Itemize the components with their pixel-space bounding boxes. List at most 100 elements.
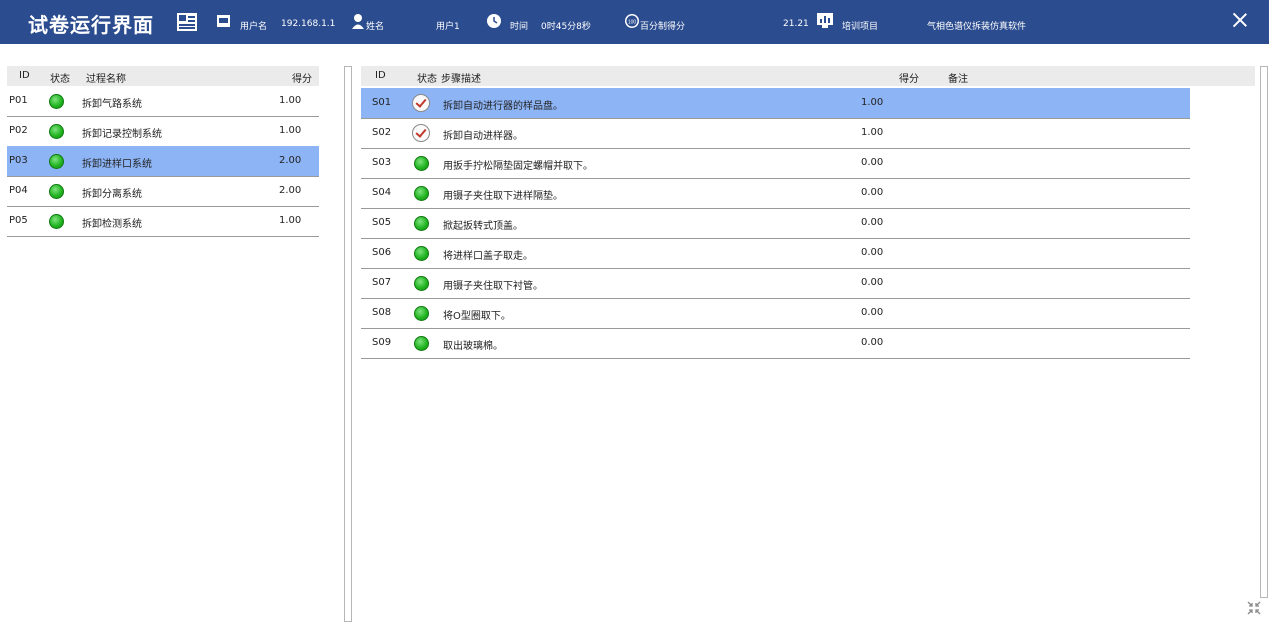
project-value: 气相色谱仪拆装仿真软件: [927, 22, 1027, 32]
step-description: 用镊子夹住取下衬管。: [443, 281, 543, 292]
status-green-icon: [49, 94, 64, 109]
process-name: 拆卸分离系统: [82, 189, 142, 200]
step-score: 0.00: [861, 277, 884, 288]
score-label: 百分制得分: [640, 22, 686, 32]
step-id: S04: [372, 187, 392, 198]
username-value: 192.168.1.1: [281, 19, 336, 29]
table-row[interactable]: P05 拆卸检测系统 1.00: [7, 206, 319, 237]
step-score: 0.00: [861, 217, 884, 228]
step-id: S02: [372, 127, 392, 138]
step-description: 用镊子夹住取下进样隔垫。: [443, 191, 563, 202]
table-row[interactable]: P01 拆卸气路系统 1.00: [7, 86, 319, 117]
project-label: 培训项目: [842, 22, 879, 32]
name-value: 用户1: [436, 22, 460, 32]
table-row[interactable]: S08 将O型圈取下。 0.00: [361, 298, 1190, 329]
process-score: 1.00: [279, 95, 302, 106]
col-note: 备注: [948, 74, 968, 85]
step-id: S05: [372, 217, 392, 228]
status-green-icon: [414, 186, 429, 201]
table-row[interactable]: S03 用扳手拧松隔垫固定螺帽并取下。 0.00: [361, 148, 1190, 179]
process-id: P01: [9, 95, 28, 106]
col-score: 得分: [899, 74, 919, 85]
step-description: 用扳手拧松隔垫固定螺帽并取下。: [443, 161, 593, 172]
step-id: S08: [372, 307, 392, 318]
process-id: P03: [9, 155, 28, 166]
status-green-icon: [414, 276, 429, 291]
col-id: ID: [375, 70, 386, 81]
status-green-icon: [414, 216, 429, 231]
col-status: 状态: [50, 74, 70, 85]
process-score: 1.00: [279, 215, 302, 226]
process-score: 2.00: [279, 185, 302, 196]
check-icon: [412, 124, 430, 142]
table-row[interactable]: P03 拆卸进样口系统 2.00: [7, 146, 319, 177]
time-label: 时间: [510, 22, 529, 32]
step-id: S07: [372, 277, 392, 288]
process-id: P02: [9, 125, 28, 136]
step-table-header: ID 状态 步骤描述 得分 备注: [361, 66, 1255, 86]
score-value: 21.21: [783, 19, 809, 29]
step-score: 0.00: [861, 157, 884, 168]
status-green-icon: [414, 246, 429, 261]
col-step-description: 步骤描述: [441, 74, 481, 85]
table-row[interactable]: S05 掀起扳转式顶盖。 0.00: [361, 208, 1190, 239]
step-score: 1.00: [861, 97, 884, 108]
col-score: 得分: [292, 74, 312, 85]
close-icon[interactable]: [1231, 11, 1249, 29]
table-row[interactable]: S06 将进样口盖子取走。 0.00: [361, 238, 1190, 269]
process-name: 拆卸记录控制系统: [82, 129, 162, 140]
step-score: 0.00: [861, 247, 884, 258]
status-green-icon: [414, 156, 429, 171]
process-score: 2.00: [279, 155, 302, 166]
process-name: 拆卸气路系统: [82, 99, 142, 110]
time-value: 0时45分8秒: [541, 22, 591, 32]
page-title: 试卷运行界面: [28, 13, 154, 37]
clock-icon: [487, 14, 501, 28]
table-row[interactable]: S01 拆卸自动进行器的样品盘。 1.00: [361, 88, 1190, 119]
left-scrollbar[interactable]: [344, 66, 352, 622]
document-stats-icon: [177, 13, 197, 31]
step-description: 拆卸自动进行器的样品盘。: [443, 101, 563, 112]
collapse-icon[interactable]: [1246, 600, 1262, 616]
right-scrollbar[interactable]: [1260, 66, 1268, 598]
step-id: S03: [372, 157, 392, 168]
col-process-name: 过程名称: [86, 74, 126, 85]
table-row[interactable]: S09 取出玻璃棉。 0.00: [361, 328, 1190, 359]
table-row[interactable]: P04 拆卸分离系统 2.00: [7, 176, 319, 207]
chart-icon: [817, 13, 833, 28]
col-id: ID: [19, 70, 30, 81]
status-green-icon: [49, 154, 64, 169]
check-icon: [412, 94, 430, 112]
step-description: 将进样口盖子取走。: [443, 251, 533, 262]
step-description: 将O型圈取下。: [443, 311, 511, 322]
table-row[interactable]: P02 拆卸记录控制系统 1.00: [7, 116, 319, 147]
process-name: 拆卸进样口系统: [82, 159, 152, 170]
score-badge-text: 100: [628, 20, 637, 26]
step-id: S01: [372, 97, 392, 108]
table-row[interactable]: S07 用镊子夹住取下衬管。 0.00: [361, 268, 1190, 299]
process-id: P04: [9, 185, 28, 196]
step-score: 0.00: [861, 337, 884, 348]
table-row[interactable]: S04 用镊子夹住取下进样隔垫。 0.00: [361, 178, 1190, 209]
process-table-header: ID 状态 过程名称 得分: [7, 66, 319, 86]
step-description: 拆卸自动进样器。: [443, 131, 523, 142]
status-green-icon: [49, 214, 64, 229]
step-score: 0.00: [861, 187, 884, 198]
process-id: P05: [9, 215, 28, 226]
score-badge-icon: 100: [625, 14, 639, 28]
process-name: 拆卸检测系统: [82, 219, 142, 230]
name-label: 姓名: [366, 22, 385, 32]
table-row[interactable]: S02 拆卸自动进样器。 1.00: [361, 118, 1190, 149]
process-score: 1.00: [279, 125, 302, 136]
step-id: S09: [372, 337, 392, 348]
col-status: 状态: [417, 74, 437, 85]
top-bar: 试卷运行界面 用户名 192.168.1.1 姓名 用户1 时间 0时45分8秒…: [0, 0, 1269, 44]
step-score: 1.00: [861, 127, 884, 138]
status-green-icon: [414, 306, 429, 321]
step-description: 掀起扳转式顶盖。: [443, 221, 523, 232]
ip-icon: [217, 15, 230, 27]
status-green-icon: [414, 336, 429, 351]
user-icon: [352, 14, 364, 29]
status-green-icon: [49, 184, 64, 199]
step-id: S06: [372, 247, 392, 258]
